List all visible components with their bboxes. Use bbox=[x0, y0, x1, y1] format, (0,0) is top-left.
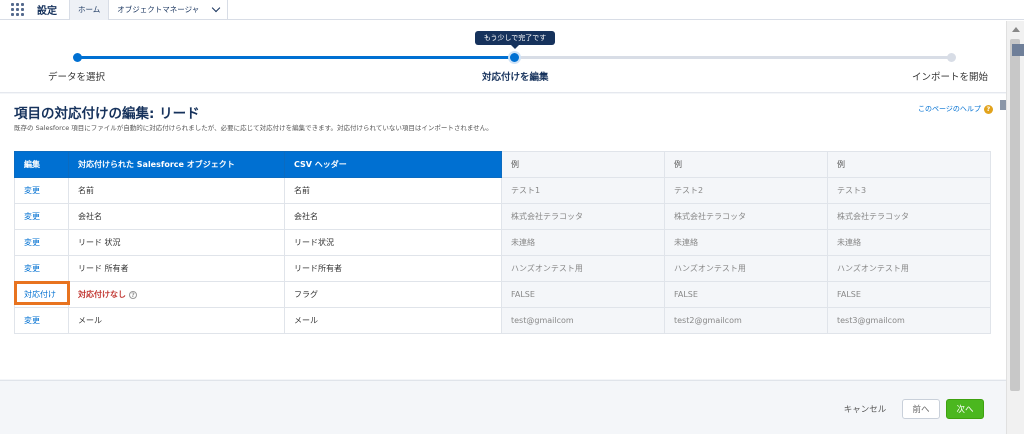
header-salesforce-object: 対応付けられた Salesforce オブジェクト bbox=[68, 151, 285, 178]
app-launcher-icon[interactable] bbox=[11, 2, 25, 17]
example-value: FALSE bbox=[827, 281, 991, 308]
header-example-1: 例 bbox=[501, 151, 665, 178]
mapped-field: リード 所有者 bbox=[68, 255, 285, 282]
chevron-down-icon[interactable] bbox=[212, 3, 221, 12]
csv-header: 会社名 bbox=[284, 203, 502, 230]
header-csv: CSV ヘッダー bbox=[284, 151, 502, 178]
example-value: test@gmailcom bbox=[501, 307, 665, 334]
table-row: 変更 名前 名前 テスト1 テスト2 テスト3 bbox=[14, 177, 991, 204]
mapped-field: リード 状況 bbox=[68, 229, 285, 256]
table-row-unmapped: 対応付け 対応付けなし? フラグ FALSE FALSE FALSE bbox=[14, 281, 991, 308]
mapped-field: 会社名 bbox=[68, 203, 285, 230]
example-value: テスト2 bbox=[664, 177, 828, 204]
example-value: テスト3 bbox=[827, 177, 991, 204]
header-example-3: 例 bbox=[827, 151, 991, 178]
example-value: test2@gmailcom bbox=[664, 307, 828, 334]
top-nav: 設定 ホーム オブジェクトマネージャ bbox=[0, 0, 1024, 20]
example-value: テスト1 bbox=[501, 177, 665, 204]
change-link[interactable]: 変更 bbox=[14, 203, 69, 230]
highlight-box bbox=[14, 281, 70, 305]
tab-home-label: ホーム bbox=[78, 5, 101, 14]
side-panel-tab[interactable] bbox=[1012, 44, 1024, 56]
mapping-card: 項目の対応付けの編集: リード 既存の Salesforce 項目にファイルが自… bbox=[0, 94, 1006, 379]
csv-header: リード所有者 bbox=[284, 255, 502, 282]
table-row: 変更 メール メール test@gmailcom test2@gmailcom … bbox=[14, 307, 991, 334]
change-link[interactable]: 変更 bbox=[14, 255, 69, 282]
change-link[interactable]: 変更 bbox=[14, 307, 69, 334]
header-edit: 編集 bbox=[14, 151, 69, 178]
side-panel-tab-secondary[interactable] bbox=[1000, 100, 1006, 110]
example-value: 株式会社テラコッタ bbox=[501, 203, 665, 230]
example-value: ハンズオンテスト用 bbox=[664, 255, 828, 282]
page-title: 項目の対応付けの編集: リード bbox=[14, 106, 200, 122]
csv-header: メール bbox=[284, 307, 502, 334]
progress-wizard: もう少しで完了です データを選択 対応付けを編集 インポートを開始 bbox=[0, 21, 1006, 93]
field-mapping-table: 編集 対応付けられた Salesforce オブジェクト CSV ヘッダー 例 … bbox=[14, 151, 991, 334]
tab-home[interactable]: ホーム bbox=[69, 0, 110, 20]
table-row: 変更 リード 所有者 リード所有者 ハンズオンテスト用 ハンズオンテスト用 ハン… bbox=[14, 255, 991, 282]
change-link[interactable]: 変更 bbox=[14, 177, 69, 204]
question-icon[interactable]: ? bbox=[129, 290, 137, 299]
page-subtitle: 既存の Salesforce 項目にファイルが自動的に対応付けられましたが、必要… bbox=[14, 124, 493, 132]
unmapped-field-cell: 対応付けなし? bbox=[68, 281, 285, 308]
example-value: 株式会社テラコッタ bbox=[664, 203, 828, 230]
mapped-field: 名前 bbox=[68, 177, 285, 204]
step-label-start-import: インポートを開始 bbox=[912, 72, 989, 83]
example-value: 未連絡 bbox=[664, 229, 828, 256]
wizard-footer: キャンセル 前へ 次へ bbox=[0, 380, 1006, 434]
scrollbar[interactable] bbox=[1006, 21, 1024, 434]
example-value: ハンズオンテスト用 bbox=[827, 255, 991, 282]
example-value: test3@gmailcom bbox=[827, 307, 991, 334]
scrollbar-thumb[interactable] bbox=[1010, 39, 1020, 391]
mapped-field: メール bbox=[68, 307, 285, 334]
progress-track-remaining bbox=[514, 56, 951, 59]
scroll-up-icon[interactable] bbox=[1012, 27, 1020, 32]
help-link[interactable]: このページのヘルプ ? bbox=[918, 104, 993, 114]
example-value: ハンズオンテスト用 bbox=[501, 255, 665, 282]
example-value: 未連絡 bbox=[501, 229, 665, 256]
header-example-2: 例 bbox=[664, 151, 828, 178]
step-label-select-data: データを選択 bbox=[48, 72, 106, 83]
cancel-button[interactable]: キャンセル bbox=[838, 399, 892, 419]
table-row: 変更 リード 状況 リード状況 未連絡 未連絡 未連絡 bbox=[14, 229, 991, 256]
app-name: 設定 bbox=[37, 6, 57, 17]
tab-object-manager-label: オブジェクトマネージャ bbox=[117, 5, 200, 14]
step-label-edit-mapping: 対応付けを編集 bbox=[482, 72, 549, 83]
table-row: 変更 会社名 会社名 株式会社テラコッタ 株式会社テラコッタ 株式会社テラコッタ bbox=[14, 203, 991, 230]
example-value: 未連絡 bbox=[827, 229, 991, 256]
step-marker-3 bbox=[947, 53, 956, 62]
previous-button[interactable]: 前へ bbox=[902, 399, 940, 419]
step-marker-2 bbox=[510, 53, 519, 62]
tab-object-manager[interactable]: オブジェクトマネージャ bbox=[109, 0, 229, 20]
progress-track-complete bbox=[77, 56, 514, 59]
example-value: FALSE bbox=[664, 281, 828, 308]
unmapped-label: 対応付けなし bbox=[78, 290, 126, 299]
help-icon: ? bbox=[983, 104, 993, 114]
help-link-label: このページのヘルプ bbox=[918, 105, 981, 113]
example-value: FALSE bbox=[501, 281, 665, 308]
csv-header: リード状況 bbox=[284, 229, 502, 256]
example-value: 株式会社テラコッタ bbox=[827, 203, 991, 230]
progress-badge: もう少しで完了です bbox=[475, 31, 555, 49]
change-link[interactable]: 変更 bbox=[14, 229, 69, 256]
table-header-row: 編集 対応付けられた Salesforce オブジェクト CSV ヘッダー 例 … bbox=[14, 151, 991, 178]
csv-header: 名前 bbox=[284, 177, 502, 204]
step-marker-1 bbox=[73, 53, 82, 62]
csv-header: フラグ bbox=[284, 281, 502, 308]
next-button[interactable]: 次へ bbox=[946, 399, 984, 419]
